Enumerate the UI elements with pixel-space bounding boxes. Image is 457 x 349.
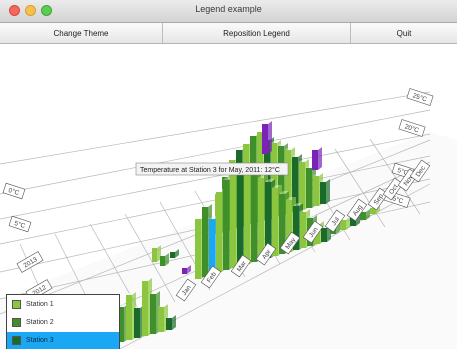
legend-label: Station 1 [26,301,54,308]
bar[interactable] [320,179,330,204]
legend-item-station-2[interactable]: Station 2 [7,314,119,331]
legend-swatch [12,336,21,345]
legend-swatch [12,300,21,309]
y-tick-label: 20°C [398,119,426,137]
y-tick-label: 0°C [2,182,26,200]
y-tick-label: 5°C [8,215,32,233]
quit-button[interactable]: Quit [351,23,457,43]
bar[interactable] [166,315,176,330]
legend-item-station-1[interactable]: Station 1 [7,296,119,313]
app-window: Legend example Change Theme Reposition L… [0,0,457,349]
bar[interactable] [152,245,161,262]
legend-label: Station 2 [26,319,54,326]
legend[interactable]: Station 1 Station 2 Station 3 [6,294,120,349]
toolbar: Change Theme Reposition Legend Quit [0,23,457,44]
window-title: Legend example [195,4,262,14]
y-tick-label: 25°C [406,88,434,106]
bar[interactable] [262,121,272,154]
legend-label: Station 3 [26,337,54,344]
bar[interactable] [312,147,322,170]
reposition-legend-button[interactable]: Reposition Legend [163,23,351,43]
tooltip-text: Temperature at Station 3 for May, 2011: … [140,166,280,174]
title-bar: Legend example [0,0,457,23]
legend-item-station-3[interactable]: Station 3 [7,332,119,349]
year-label: 2013 [16,251,44,273]
tooltip: Temperature at Station 3 for May, 2011: … [135,162,289,176]
change-theme-button[interactable]: Change Theme [0,23,163,43]
legend-swatch [12,318,21,327]
